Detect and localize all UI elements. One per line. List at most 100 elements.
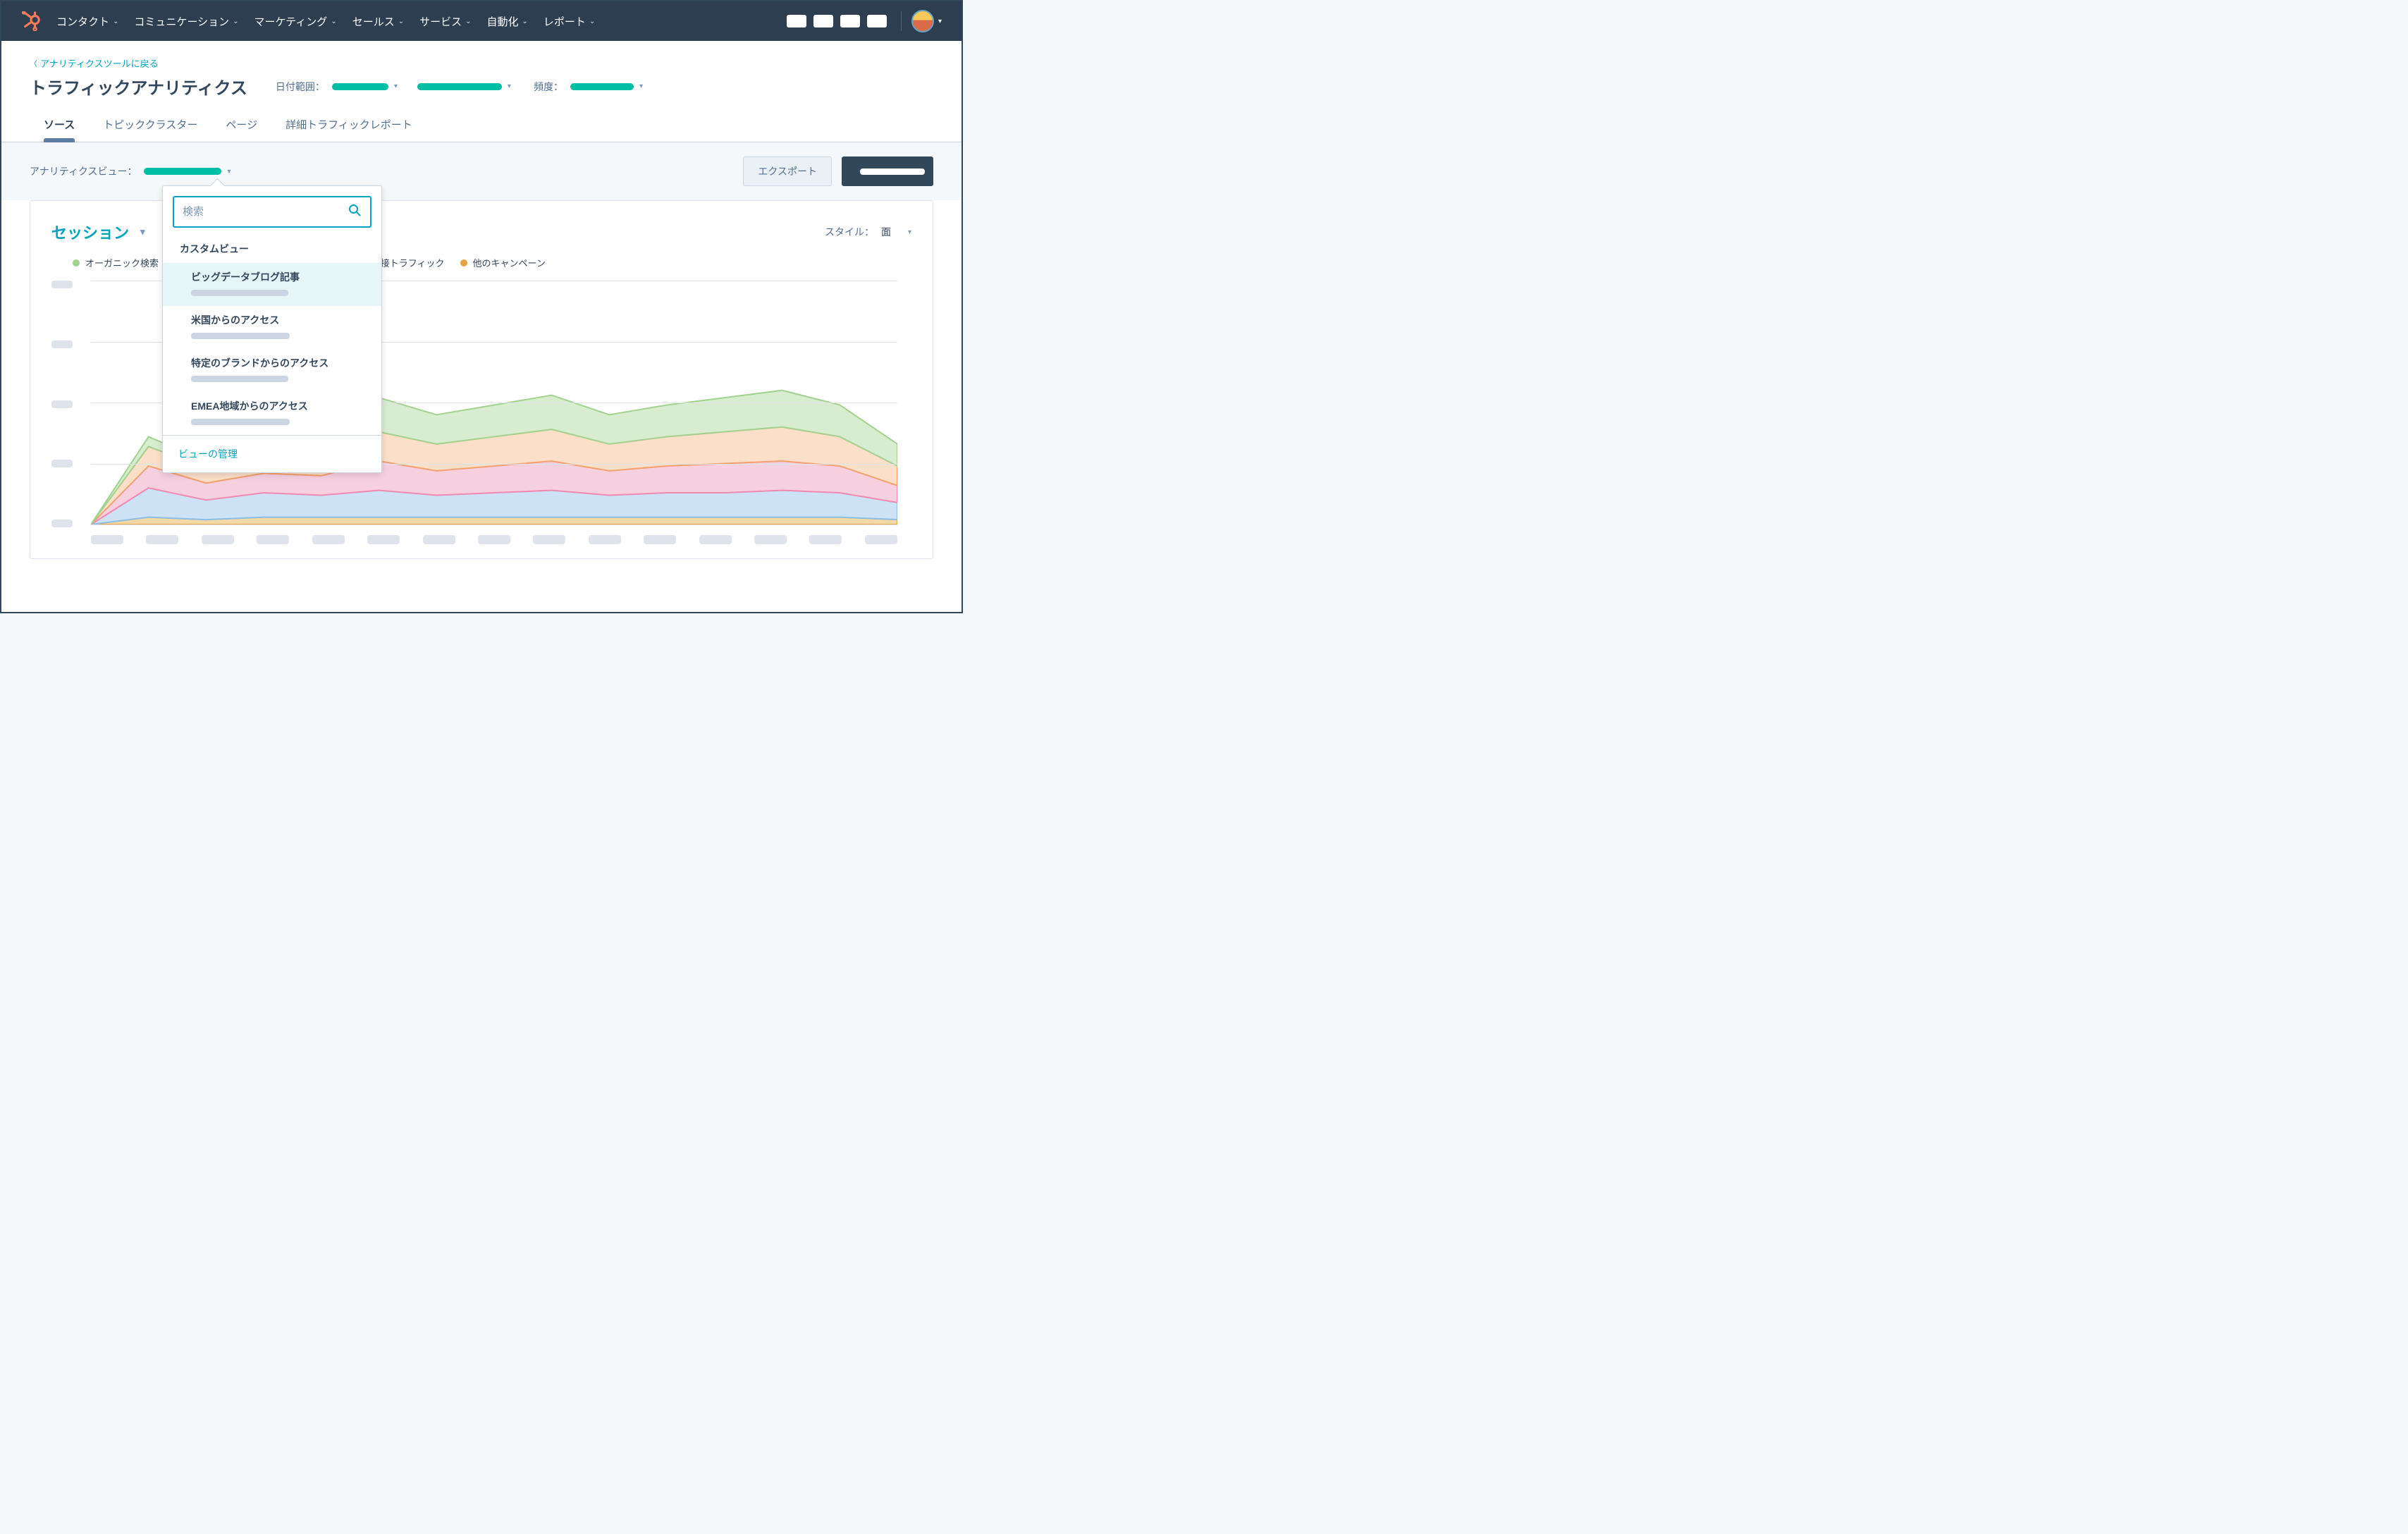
page-title: トラフィックアナリティクス	[30, 74, 247, 99]
y-tick-placeholder	[51, 460, 73, 467]
avatar-icon	[911, 10, 934, 32]
nav-item-label: セールス	[352, 14, 395, 29]
custom-view-item-subtitle-placeholder	[191, 376, 288, 382]
nav-icon-placeholder[interactable]	[867, 15, 887, 27]
nav-item-label: コンタクト	[56, 14, 109, 29]
account-menu[interactable]: ▾	[911, 10, 942, 32]
nav-item-label: 自動化	[487, 14, 519, 29]
nav-item-label: マーケティング	[254, 14, 328, 29]
chart-style-selector[interactable]: スタイル： 面 ▾	[825, 225, 911, 239]
x-tick-placeholder	[533, 535, 565, 544]
x-tick-placeholder	[865, 535, 897, 544]
chevron-down-icon: ⌄	[398, 18, 404, 25]
tab[interactable]: トピッククラスター	[103, 117, 197, 142]
custom-view-item-label: 米国からのアクセス	[191, 313, 364, 327]
date-range-label: 日付範囲：	[276, 80, 325, 94]
x-tick-placeholder	[589, 535, 621, 544]
nav-items: コンタクト⌄コミュニケーション⌄マーケティング⌄セールス⌄サービス⌄自動化⌄レポ…	[56, 14, 595, 29]
legend-item-label: オーガニック検索	[85, 256, 159, 269]
top-navigation: コンタクト⌄コミュニケーション⌄マーケティング⌄セールス⌄サービス⌄自動化⌄レポ…	[1, 1, 962, 41]
y-tick-placeholder	[51, 400, 73, 408]
custom-view-item[interactable]: EMEA地域からのアクセス	[163, 392, 381, 435]
back-link[interactable]: 〈 アナリティクスツールに戻る	[30, 56, 933, 70]
nav-icon-placeholder[interactable]	[813, 15, 833, 27]
y-tick-placeholder	[51, 281, 73, 288]
chevron-down-icon: ▾	[639, 82, 643, 90]
chevron-left-icon: 〈	[30, 58, 37, 69]
y-tick-placeholder	[51, 340, 73, 348]
search-input[interactable]	[183, 206, 348, 218]
nav-item-label: サービス	[419, 14, 462, 29]
tab[interactable]: ソース	[44, 117, 75, 142]
analytics-view-selector: アナリティクスビュー： ▾ カスタムビュー ビッグデータブログ記事米国からのアク…	[30, 164, 231, 178]
legend-dot-icon	[460, 259, 467, 266]
nav-item[interactable]: レポート⌄	[543, 14, 595, 29]
x-tick-placeholder	[478, 535, 510, 544]
chevron-down-icon: ▾	[140, 226, 145, 238]
analytics-view-dropdown[interactable]: ▾	[144, 168, 231, 176]
nav-item[interactable]: マーケティング⌄	[254, 14, 337, 29]
custom-view-item-label: ビッグデータブログ記事	[191, 270, 364, 284]
export-button[interactable]: エクスポート	[743, 157, 832, 186]
analytics-view-popover: カスタムビュー ビッグデータブログ記事米国からのアクセス特定のブランドからのアク…	[162, 185, 382, 473]
legend-dot-icon	[73, 259, 80, 266]
nav-item[interactable]: コンタクト⌄	[56, 14, 118, 29]
y-tick-placeholder	[51, 520, 73, 527]
legend-item-label: 直接トラフィック	[371, 256, 445, 269]
x-tick-placeholder	[312, 535, 345, 544]
primary-action-button[interactable]	[842, 157, 933, 186]
page-header: 〈 アナリティクスツールに戻る トラフィックアナリティクス 日付範囲： ▾ ▾ …	[1, 41, 962, 99]
nav-item[interactable]: 自動化⌄	[487, 14, 528, 29]
custom-view-item-label: EMEA地域からのアクセス	[191, 399, 364, 413]
popover-footer: ビューの管理	[163, 435, 381, 472]
x-tick-placeholder	[423, 535, 455, 544]
chevron-down-icon: ⌄	[331, 18, 336, 25]
card-title-dropdown[interactable]: セッション ▾	[51, 221, 145, 243]
analytics-view-label: アナリティクスビュー：	[30, 164, 137, 178]
x-tick-placeholder	[699, 535, 732, 544]
custom-view-item-subtitle-placeholder	[191, 290, 288, 296]
frequency-dropdown[interactable]: ▾	[570, 82, 643, 90]
popover-section-label: カスタムビュー	[163, 238, 381, 263]
custom-view-item[interactable]: ビッグデータブログ記事	[163, 263, 381, 306]
x-axis-ticks	[91, 535, 897, 544]
date-range-from-dropdown[interactable]: ▾	[332, 82, 398, 90]
nav-item-label: レポート	[543, 14, 586, 29]
nav-item-label: コミュニケーション	[134, 14, 229, 29]
nav-icon-placeholder[interactable]	[787, 15, 806, 27]
search-input-wrap	[173, 196, 371, 228]
nav-icon-placeholder[interactable]	[840, 15, 860, 27]
style-label: スタイル：	[825, 225, 874, 239]
x-tick-placeholder	[146, 535, 178, 544]
legend-item[interactable]: 他のキャンペーン	[460, 256, 546, 269]
x-tick-placeholder	[644, 535, 676, 544]
date-range-to-dropdown[interactable]: ▾	[417, 82, 511, 90]
custom-view-item-subtitle-placeholder	[191, 419, 290, 425]
custom-view-item[interactable]: 特定のブランドからのアクセス	[163, 349, 381, 392]
custom-view-item-subtitle-placeholder	[191, 333, 290, 339]
x-tick-placeholder	[754, 535, 787, 544]
tabs: ソース トピッククラスター ページ 詳細トラフィックレポート	[1, 99, 962, 142]
nav-item[interactable]: サービス⌄	[419, 14, 471, 29]
chevron-down-icon: ⌄	[465, 18, 471, 25]
x-tick-placeholder	[91, 535, 123, 544]
nav-item[interactable]: セールス⌄	[352, 14, 404, 29]
chevron-down-icon: ▾	[394, 82, 398, 90]
manage-views-link[interactable]: ビューの管理	[178, 448, 238, 460]
legend-item[interactable]: オーガニック検索	[73, 256, 159, 269]
card-title-label: セッション	[51, 221, 129, 243]
tab[interactable]: ページ	[226, 117, 257, 142]
chevron-down-icon: ⌄	[233, 18, 238, 25]
nav-item[interactable]: コミュニケーション ⌄	[134, 14, 238, 29]
x-tick-placeholder	[202, 535, 234, 544]
custom-view-item[interactable]: 米国からのアクセス	[163, 306, 381, 349]
y-axis-ticks	[51, 281, 82, 527]
custom-view-item-label: 特定のブランドからのアクセス	[191, 356, 364, 370]
chevron-down-icon: ▾	[508, 82, 511, 90]
style-value: 面	[881, 225, 891, 239]
hubspot-logo[interactable]	[21, 11, 41, 31]
x-tick-placeholder	[257, 535, 289, 544]
tab[interactable]: 詳細トラフィックレポート	[285, 117, 412, 142]
chevron-down-icon: ▾	[908, 228, 911, 236]
chevron-down-icon: ⌄	[589, 18, 595, 25]
